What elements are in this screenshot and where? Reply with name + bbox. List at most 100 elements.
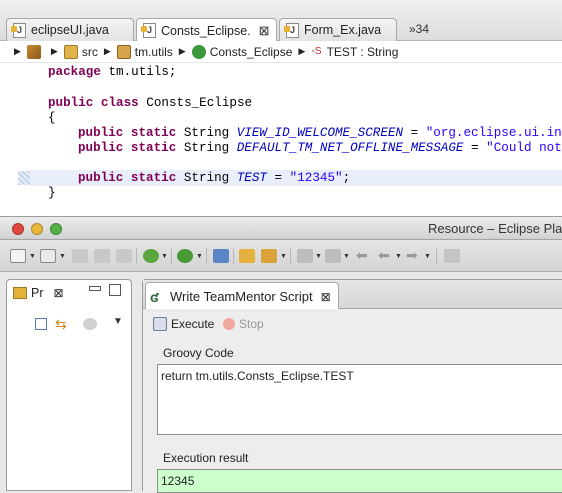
maximize-view-button[interactable]: [109, 284, 121, 296]
chevron-right-icon: ▶: [103, 46, 111, 56]
eclipse-window: Resource – Eclipse Pla ▼ ▼ ▼ ▼ ▼ ▼ ▼ ⬅ ⬅…: [0, 216, 562, 493]
code-line: public static String DEFAULT_TM_NET_OFFL…: [78, 141, 562, 155]
close-icon[interactable]: ⊠: [321, 290, 331, 304]
toolbar-separator: [136, 248, 137, 264]
run-external-icon[interactable]: [177, 249, 193, 263]
save-icon[interactable]: [72, 249, 88, 263]
tab-consts-eclipse[interactable]: J Consts_Eclipse. ⊠: [136, 18, 277, 42]
main-toolbar: ▼ ▼ ▼ ▼ ▼ ▼ ▼ ⬅ ⬅ ▼ ➡ ▼: [0, 240, 562, 272]
toolbar-separator: [233, 248, 234, 264]
breadcrumb-field[interactable]: TEST : String: [327, 45, 399, 59]
code-line: public static String TEST = "12345";: [78, 171, 351, 185]
package-icon: [116, 44, 131, 59]
execute-label: Execute: [171, 317, 215, 331]
print-icon[interactable]: [116, 249, 132, 263]
stop-icon: [223, 318, 235, 330]
toolbar-separator: [206, 248, 207, 264]
forward-arrow-icon[interactable]: ➡: [406, 247, 418, 264]
tab-write-teammentor-script[interactable]: ʛ Write TeamMentor Script ⊠: [145, 282, 339, 310]
code-area[interactable]: package tm.utils; public class Consts_Ec…: [18, 63, 562, 216]
package-explorer-panel: Pr ⊠ ⇆ ▼: [6, 279, 132, 491]
java-file-icon: J: [11, 22, 26, 38]
editor-tab-bar: J eclipseUI.java J Consts_Eclipse. ⊠ J F…: [0, 0, 562, 42]
code-line: }: [48, 186, 56, 200]
close-icon[interactable]: ⊠: [54, 286, 64, 300]
breadcrumb-class[interactable]: Consts_Eclipse: [210, 45, 293, 59]
stop-label: Stop: [239, 317, 264, 331]
view-menu-icon[interactable]: ▼: [113, 316, 123, 327]
project-icon: [26, 44, 41, 59]
chevron-down-icon[interactable]: ▼: [161, 253, 168, 260]
tab-form-ex-java[interactable]: J Form_Ex.java: [279, 18, 397, 41]
tab-package-explorer[interactable]: Pr ⊠: [7, 280, 77, 306]
window-title: Resource – Eclipse Pla: [428, 221, 562, 236]
minimize-view-button[interactable]: [89, 286, 101, 291]
tab-label: eclipseUI.java: [31, 23, 109, 37]
execute-icon: [153, 317, 167, 331]
chevron-down-icon[interactable]: ▼: [59, 253, 66, 260]
breadcrumb: ▶ ▶ src ▶ tm.utils ▶ Consts_Eclipse ▶ ◦S…: [0, 41, 562, 63]
stop-button[interactable]: Stop: [223, 317, 264, 331]
tab-label: Write TeamMentor Script: [170, 289, 313, 304]
breadcrumb-package[interactable]: tm.utils: [135, 45, 173, 59]
chevron-down-icon[interactable]: ▼: [424, 253, 431, 260]
code-line: package tm.utils;: [48, 65, 177, 79]
execution-result-output: 12345: [157, 469, 562, 493]
tab-label: Pr: [31, 286, 44, 300]
next-annotation-icon[interactable]: [297, 249, 313, 263]
prev-annotation-icon[interactable]: [325, 249, 341, 263]
breadcrumb-src[interactable]: src: [82, 45, 98, 59]
chevron-right-icon: ▶: [298, 46, 306, 56]
java-editor: J eclipseUI.java J Consts_Eclipse. ⊠ J F…: [0, 0, 562, 216]
code-line: {: [48, 111, 56, 125]
tab-eclipseui-java[interactable]: J eclipseUI.java: [6, 18, 134, 41]
toolbar-separator: [171, 248, 172, 264]
pin-editor-icon[interactable]: [444, 249, 460, 263]
java-file-icon: J: [284, 22, 299, 38]
package-explorer-icon: [13, 287, 27, 299]
back-history-icon[interactable]: ⬅: [378, 247, 390, 264]
toolbar-separator: [290, 248, 291, 264]
zoom-window-button[interactable]: [50, 223, 62, 235]
chevron-down-icon[interactable]: ▼: [29, 253, 36, 260]
focus-icon[interactable]: [83, 318, 97, 330]
tab-label: Form_Ex.java: [304, 23, 382, 37]
run-icon[interactable]: [143, 249, 159, 263]
chevron-down-icon[interactable]: ▼: [395, 253, 402, 260]
chevron-down-icon[interactable]: ▼: [280, 253, 287, 260]
back-arrow-icon[interactable]: ⬅: [356, 247, 368, 264]
close-window-button[interactable]: [12, 223, 24, 235]
search-icon[interactable]: [261, 249, 277, 263]
script-view-body: Execute Stop Groovy Code return tm.utils…: [143, 309, 562, 493]
java-file-icon: J: [141, 23, 156, 38]
link-with-editor-icon[interactable]: ⇆: [55, 316, 67, 333]
editor-gutter: [0, 63, 18, 216]
execution-result-label: Execution result: [163, 451, 249, 465]
chevron-right-icon: ▶: [50, 46, 58, 56]
code-line: public class Consts_Eclipse: [48, 96, 253, 110]
new-java-class-icon[interactable]: [213, 249, 229, 263]
groovy-icon: ʛ: [150, 288, 159, 305]
chevron-down-icon[interactable]: ▼: [343, 253, 350, 260]
open-folder-icon[interactable]: [239, 249, 255, 263]
groovy-code-label: Groovy Code: [163, 346, 234, 360]
chevron-right-icon: ▶: [178, 46, 186, 56]
groovy-code-input[interactable]: return tm.utils.Consts_Eclipse.TEST: [157, 364, 562, 435]
minimize-window-button[interactable]: [31, 223, 43, 235]
close-icon[interactable]: ⊠: [259, 23, 270, 39]
view-tab-strip: ʛ Write TeamMentor Script ⊠: [143, 280, 562, 310]
chevron-down-icon[interactable]: ▼: [315, 253, 322, 260]
tab-overflow-button[interactable]: »34: [409, 22, 429, 36]
chevron-down-icon[interactable]: ▼: [196, 253, 203, 260]
save-all-icon[interactable]: [94, 249, 110, 263]
new-icon[interactable]: [10, 249, 26, 263]
code-line: public static String VIEW_ID_WELCOME_SCR…: [78, 126, 562, 140]
static-field-icon: ◦S: [311, 46, 322, 57]
new-project-icon[interactable]: [40, 249, 56, 263]
class-icon: [191, 44, 206, 59]
collapse-all-icon[interactable]: [35, 318, 47, 330]
chevron-right-icon: ▶: [14, 46, 21, 56]
execute-button[interactable]: Execute: [153, 317, 214, 331]
toolbar-separator: [436, 248, 437, 264]
tab-label: Consts_Eclipse.: [161, 23, 251, 38]
